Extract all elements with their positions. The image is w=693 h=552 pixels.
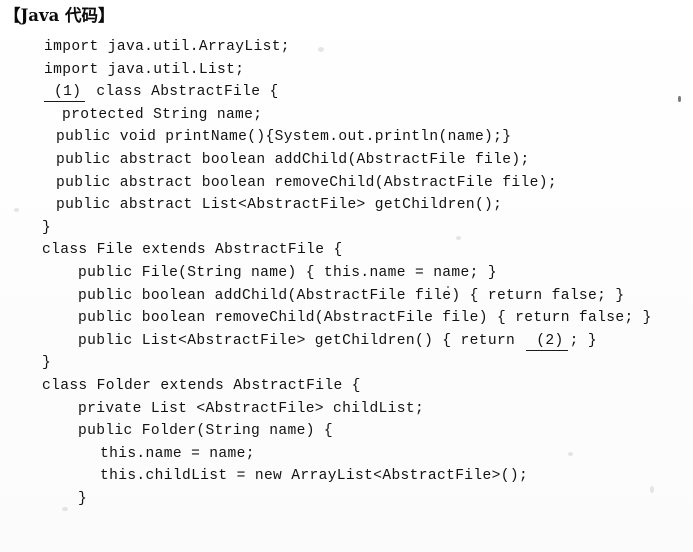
code-text: class AbstractFile { — [87, 84, 279, 101]
answer-blank-2[interactable]: (2) — [526, 333, 568, 351]
code-line: public abstract List<AbstractFile> getCh… — [56, 197, 503, 214]
code-line: public boolean removeChild(AbstractFile … — [78, 310, 652, 327]
code-line: public abstract boolean removeChild(Abst… — [56, 174, 557, 191]
code-line: this.childList = new ArrayList<AbstractF… — [100, 468, 529, 485]
code-line: public boolean addChild(AbstractFile fil… — [78, 287, 625, 304]
code-line: private List <AbstractFile> childList; — [78, 400, 425, 417]
answer-blank-1[interactable]: (1) — [44, 84, 86, 103]
code-text: public List<AbstractFile> getChildren() … — [78, 332, 525, 349]
code-line: } — [42, 219, 52, 236]
code-line: public abstract boolean addChild(Abstrac… — [56, 151, 530, 168]
code-line: import java.util.List; — [44, 61, 245, 78]
code-line: } — [42, 355, 52, 372]
code-line: import java.util.ArrayList; — [44, 39, 290, 55]
code-line: public File(String name) { this.name = n… — [78, 264, 497, 281]
code-line: class File extends AbstractFile { — [42, 242, 343, 259]
code-line: this.name = name; — [100, 445, 255, 462]
code-line: } — [78, 490, 88, 507]
java-code-listing: import java.util.ArrayList; import java.u… — [0, 36, 693, 510]
code-line: (1) class AbstractFile { — [0, 81, 693, 104]
code-line: public List<AbstractFile> getChildren() … — [0, 330, 693, 353]
page-title: 【Java 代码】 — [4, 6, 115, 25]
code-line: class Folder extends AbstractFile { — [42, 377, 361, 394]
code-line: public Folder(String name) { — [78, 423, 334, 440]
code-line: public void printName(){System.out.print… — [56, 129, 512, 146]
code-line: protected String name; — [62, 106, 263, 123]
code-text: ; } — [569, 332, 597, 349]
